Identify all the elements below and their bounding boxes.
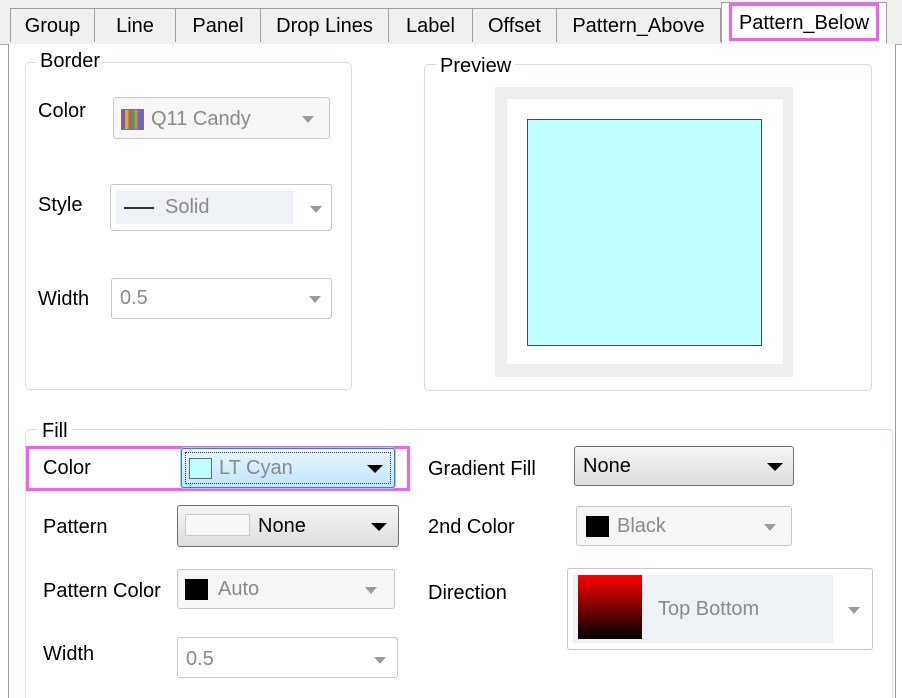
- chevron-down-icon: [767, 463, 783, 471]
- tab-label: Panel: [192, 15, 244, 37]
- pattern-label: Pattern: [43, 516, 108, 538]
- border-color-label: Color: [38, 100, 86, 122]
- active-tab-highlight: [729, 3, 879, 41]
- tab-label-text: Label: [406, 15, 455, 37]
- border-style-label: Style: [38, 194, 83, 216]
- preview-group-title: Preview: [436, 55, 516, 77]
- chevron-down-icon: [309, 296, 321, 303]
- fill-color-label: Color: [43, 457, 91, 479]
- fill-color-value: LT Cyan: [219, 457, 293, 479]
- second-color-value: Black: [617, 515, 666, 537]
- chevron-down-icon: [374, 657, 386, 664]
- pattern-preview-icon: [185, 514, 250, 536]
- gradient-fill-label: Gradient Fill: [428, 458, 536, 480]
- black-swatch-icon: [185, 579, 208, 600]
- tab-label: Line: [116, 15, 154, 37]
- pattern-color-label: Pattern Color: [43, 580, 161, 602]
- chevron-down-icon: [764, 524, 776, 531]
- direction-label: Direction: [428, 582, 507, 604]
- tab-group[interactable]: Group: [10, 8, 95, 42]
- tab-label: Group: [24, 15, 81, 37]
- fill-group-title: Fill: [38, 420, 72, 442]
- solid-line-icon: [124, 207, 154, 209]
- chevron-down-icon: [371, 523, 387, 531]
- border-style-dropdown[interactable]: Solid: [110, 184, 332, 231]
- gradient-preview-icon: [578, 575, 642, 639]
- direction-dropdown: Top Bottom: [567, 568, 873, 650]
- pattern-color-dropdown: Auto: [177, 569, 395, 609]
- second-color-label: 2nd Color: [428, 516, 515, 538]
- tab-line[interactable]: Line: [94, 8, 176, 42]
- tab-pattern-above[interactable]: Pattern_Above: [556, 8, 721, 42]
- chevron-down-icon: [365, 587, 377, 594]
- gradient-fill-value: None: [583, 455, 631, 477]
- chevron-down-icon: [848, 607, 860, 614]
- border-color-value: Q11 Candy: [151, 108, 251, 130]
- border-color-dropdown[interactable]: Q11 Candy: [113, 97, 330, 139]
- color-swatch-icon: [189, 458, 212, 479]
- tab-label[interactable]: Label: [388, 8, 473, 42]
- fill-width-value: 0.5: [186, 648, 214, 670]
- border-width-value: 0.5: [120, 287, 148, 309]
- border-style-value: Solid: [165, 196, 210, 218]
- border-width-combobox[interactable]: 0.5: [111, 278, 332, 319]
- gradient-fill-dropdown[interactable]: None: [574, 446, 794, 486]
- tab-offset[interactable]: Offset: [472, 8, 557, 42]
- pattern-dropdown[interactable]: None: [177, 505, 399, 547]
- second-color-dropdown: Black: [576, 506, 792, 546]
- fill-width-label: Width: [43, 643, 95, 665]
- tab-label: Drop Lines: [276, 15, 373, 37]
- candy-palette-icon: [121, 109, 144, 130]
- black-swatch-icon: [586, 516, 609, 537]
- fill-width-combobox: 0.5: [177, 637, 398, 678]
- tab-drop-lines[interactable]: Drop Lines: [260, 8, 389, 42]
- preview-fill-swatch: [527, 119, 762, 346]
- chevron-down-icon: [367, 465, 383, 473]
- fill-color-dropdown[interactable]: LT Cyan: [181, 448, 395, 488]
- chevron-down-icon: [302, 116, 314, 123]
- pattern-color-value: Auto: [218, 578, 260, 600]
- border-group-title: Border: [36, 50, 105, 72]
- direction-value: Top Bottom: [658, 598, 760, 620]
- border-width-label: Width: [38, 288, 90, 310]
- tab-label: Pattern_Above: [572, 15, 705, 37]
- tab-panel[interactable]: Panel: [175, 8, 261, 42]
- pattern-value: None: [258, 515, 306, 537]
- chevron-down-icon: [310, 206, 322, 213]
- tab-label: Offset: [488, 15, 541, 37]
